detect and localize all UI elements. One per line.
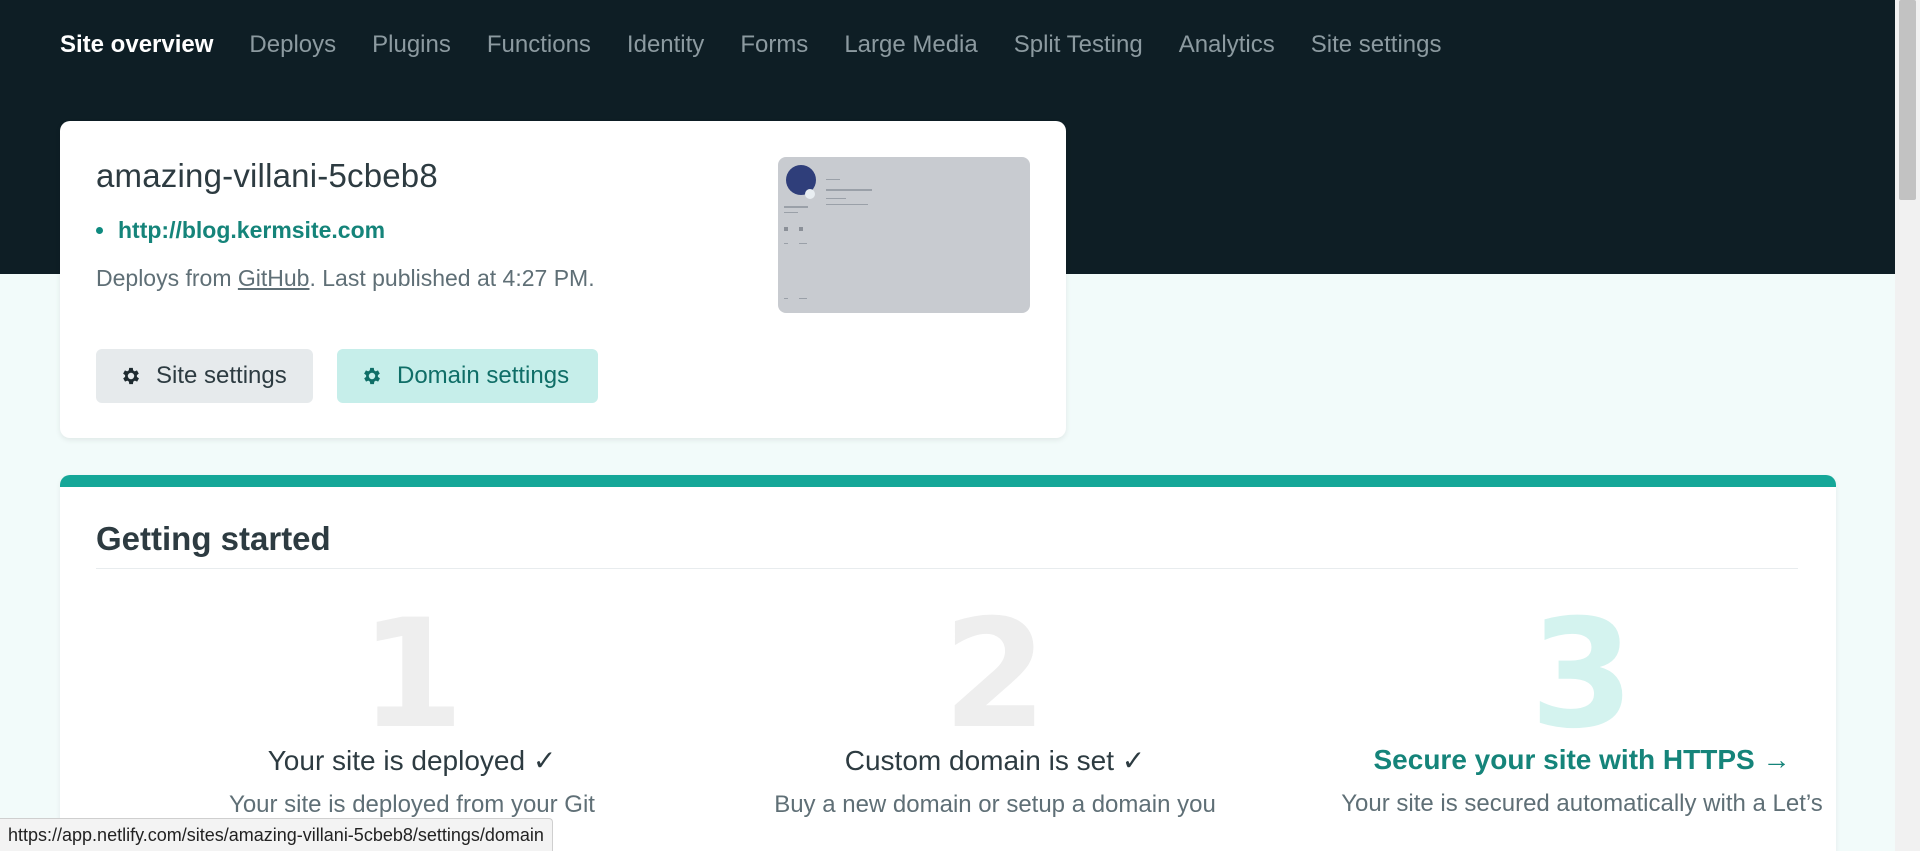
- preview-line: [784, 206, 808, 208]
- domain-settings-label: Domain settings: [397, 362, 570, 389]
- nav-site-settings[interactable]: Site settings: [1311, 31, 1442, 59]
- site-name: amazing-villani-5cbeb8: [96, 157, 438, 194]
- nav-forms[interactable]: Forms: [740, 31, 808, 59]
- step-3: 3 Secure your site with HTTPS → Your sit…: [1302, 588, 1836, 818]
- step-description: Your site is deployed from your Git: [229, 791, 595, 818]
- getting-started-card: Getting started 1 Your site is deployed …: [60, 475, 1836, 851]
- gear-icon: [364, 367, 380, 385]
- site-summary-card: amazing-villani-5cbeb8 http://blog.kerms…: [60, 121, 1066, 438]
- step-1: 1 Your site is deployed ✓ Your site is d…: [132, 588, 692, 819]
- preview-line: [826, 189, 872, 191]
- deploy-prefix: Deploys from: [96, 265, 238, 291]
- preview-line: [799, 298, 807, 299]
- step-description: Your site is secured automatically with …: [1341, 790, 1823, 817]
- preview-line: [784, 212, 798, 213]
- nav-analytics[interactable]: Analytics: [1179, 31, 1275, 59]
- secure-https-link[interactable]: Secure your site with HTTPS →: [1302, 744, 1836, 776]
- site-preview-thumbnail[interactable]: [778, 157, 1030, 313]
- divider: [96, 568, 1798, 569]
- preview-line: [799, 243, 807, 244]
- step-number: 2: [942, 588, 1048, 762]
- preview-line: [826, 179, 840, 180]
- step-description: Buy a new domain or setup a domain you: [774, 791, 1216, 818]
- nav-identity[interactable]: Identity: [627, 31, 704, 59]
- step-2: 2 Custom domain is set ✓ Buy a new domai…: [715, 588, 1275, 819]
- preview-line: [826, 204, 868, 205]
- domain-settings-button[interactable]: Domain settings: [337, 349, 598, 403]
- nav-plugins[interactable]: Plugins: [372, 31, 451, 59]
- accent-bar: [60, 475, 1836, 487]
- site-nav: Site overview Deploys Plugins Functions …: [60, 28, 1477, 62]
- site-url-row: http://blog.kermsite.com: [96, 217, 385, 244]
- step-heading: Your site is deployed ✓: [267, 745, 557, 776]
- site-settings-button[interactable]: Site settings: [96, 349, 313, 403]
- preview-dot: [784, 227, 788, 231]
- preview-line: [826, 198, 846, 199]
- gear-icon: [123, 367, 139, 385]
- preview-badge: [805, 189, 815, 199]
- nav-functions[interactable]: Functions: [487, 31, 591, 59]
- scrollbar-thumb[interactable]: [1899, 0, 1916, 200]
- preview-line: [784, 243, 788, 244]
- nav-split-testing[interactable]: Split Testing: [1014, 31, 1143, 59]
- site-settings-label: Site settings: [156, 362, 287, 389]
- getting-started-title: Getting started: [96, 520, 331, 557]
- bullet-icon: [96, 227, 103, 234]
- nav-site-overview[interactable]: Site overview: [60, 31, 213, 59]
- link-status-bar: https://app.netlify.com/sites/amazing-vi…: [0, 818, 553, 851]
- site-url-link[interactable]: http://blog.kermsite.com: [118, 217, 385, 244]
- deploy-info: Deploys from GitHub. Last published at 4…: [96, 265, 595, 292]
- step-heading: Custom domain is set ✓: [844, 745, 1146, 776]
- step-number: 1: [359, 588, 465, 762]
- preview-dot: [799, 227, 803, 231]
- nav-deploys[interactable]: Deploys: [249, 31, 336, 59]
- nav-large-media[interactable]: Large Media: [844, 31, 977, 59]
- deploy-suffix: . Last published at 4:27 PM.: [309, 265, 595, 291]
- step-number: 3: [1529, 588, 1635, 762]
- preview-line: [784, 298, 788, 299]
- page-scrollbar[interactable]: [1895, 0, 1920, 851]
- github-link[interactable]: GitHub: [238, 265, 310, 291]
